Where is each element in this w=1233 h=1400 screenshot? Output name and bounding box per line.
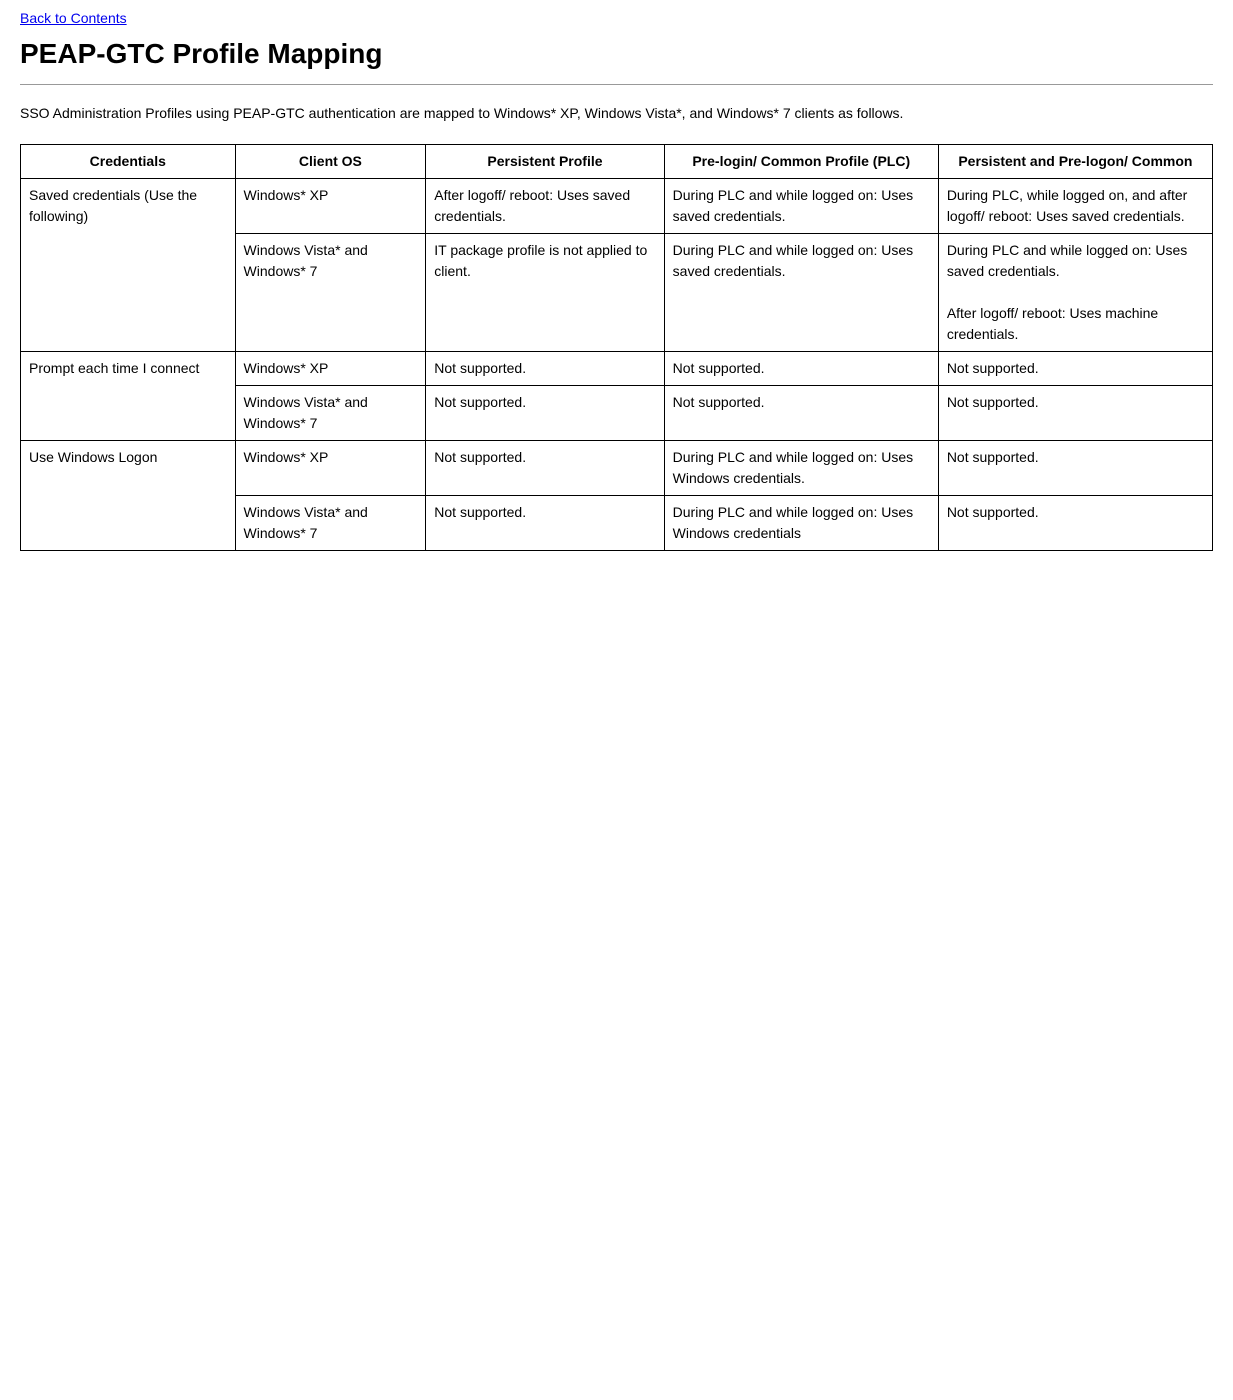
cell-prelogin: During PLC and while logged on: Uses sav… [664,234,938,352]
header-persistent-prelogon: Persistent and Pre-logon/ Common [938,145,1212,179]
cell-os: Windows Vista* and Windows* 7 [235,386,426,441]
cell-persistent: Not supported. [426,496,664,551]
mapping-table: Credentials Client OS Persistent Profile… [20,144,1213,551]
cell-persistent-prelogon: During PLC and while logged on: Uses sav… [938,234,1212,352]
cell-os: Windows Vista* and Windows* 7 [235,496,426,551]
table-header-row: Credentials Client OS Persistent Profile… [21,145,1213,179]
divider [20,84,1213,85]
cell-persistent-prelogon: Not supported. [938,352,1212,386]
header-persistent-profile: Persistent Profile [426,145,664,179]
table-row: Saved credentials (Use the following)Win… [21,179,1213,234]
cell-persistent: Not supported. [426,352,664,386]
cell-os: Windows* XP [235,441,426,496]
cell-os: Windows Vista* and Windows* 7 [235,234,426,352]
cell-prelogin: Not supported. [664,352,938,386]
table-row: Use Windows LogonWindows* XPNot supporte… [21,441,1213,496]
cell-prelogin: Not supported. [664,386,938,441]
cell-prelogin: During PLC and while logged on: Uses sav… [664,179,938,234]
table-row: Prompt each time I connectWindows* XPNot… [21,352,1213,386]
cell-prelogin: During PLC and while logged on: Uses Win… [664,441,938,496]
cell-credentials: Prompt each time I connect [21,352,236,441]
header-credentials: Credentials [21,145,236,179]
cell-persistent-prelogon: During PLC, while logged on, and after l… [938,179,1212,234]
cell-persistent-prelogon: Not supported. [938,386,1212,441]
back-to-contents-link[interactable]: Back to Contents [20,10,127,26]
header-prelogin-common: Pre-login/ Common Profile (PLC) [664,145,938,179]
cell-os: Windows* XP [235,352,426,386]
cell-persistent: After logoff/ reboot: Uses saved credent… [426,179,664,234]
cell-credentials: Use Windows Logon [21,441,236,551]
page-title: PEAP-GTC Profile Mapping [20,38,1213,70]
cell-persistent-prelogon: Not supported. [938,441,1212,496]
cell-persistent-prelogon: Not supported. [938,496,1212,551]
cell-persistent: IT package profile is not applied to cli… [426,234,664,352]
cell-persistent: Not supported. [426,386,664,441]
header-client-os: Client OS [235,145,426,179]
cell-persistent: Not supported. [426,441,664,496]
cell-prelogin: During PLC and while logged on: Uses Win… [664,496,938,551]
cell-os: Windows* XP [235,179,426,234]
intro-text: SSO Administration Profiles using PEAP-G… [20,103,1213,124]
cell-credentials: Saved credentials (Use the following) [21,179,236,352]
